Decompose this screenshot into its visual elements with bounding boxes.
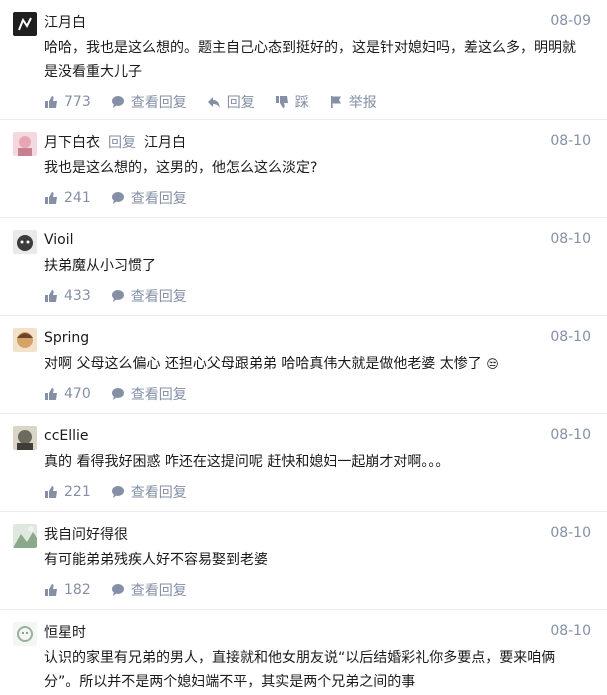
comment-date: 08-10	[550, 133, 591, 149]
comment-header: 我自问好得很	[44, 512, 607, 546]
comment-header: Vioil	[44, 218, 607, 252]
comment-text-wrapper: 对啊 父母这么偏心 还担心父母跟弟弟 哈哈真伟大就是做他老婆 太惨了 😒	[44, 352, 607, 376]
comment-actions: 221 查看回复	[44, 480, 607, 512]
view-replies-label: 查看回复	[130, 485, 187, 501]
avatar[interactable]	[13, 12, 37, 36]
view-replies-button[interactable]: 查看回复	[111, 92, 187, 112]
author-name[interactable]: 恒星时	[44, 622, 86, 642]
comment-bubble-icon	[111, 192, 124, 204]
view-replies-label: 查看回复	[130, 387, 187, 403]
view-replies-button[interactable]: 查看回复	[111, 286, 187, 306]
like-count: 773	[64, 94, 91, 110]
report-label: 举报	[348, 95, 377, 111]
comment-text: 认识的家里有兄弟的男人，直接就和他女朋友说“以后结婚彩礼你多要点，要来咱俩分”。…	[44, 650, 556, 690]
like-button[interactable]: 773	[44, 94, 91, 110]
view-replies-button[interactable]: 查看回复	[111, 384, 187, 404]
comment-text: 哈哈，我也是这么想的。题主自己心态到挺好的，这是针对媳妇吗，差这么多，明明就是没…	[44, 40, 576, 80]
thumbs-up-icon	[45, 388, 57, 400]
comment-item: Vioil 08-10 扶弟魔从小习惯了 433 查看回复	[0, 218, 607, 316]
reply-keyword: 回复	[108, 135, 136, 151]
comment-header: 江月白	[44, 0, 607, 34]
view-replies-label: 查看回复	[130, 95, 187, 111]
comment-date: 08-09	[550, 13, 591, 29]
comment-date: 08-10	[550, 623, 591, 639]
comment-actions: 182 查看回复	[44, 578, 607, 610]
thumbs-up-icon	[45, 290, 57, 302]
view-replies-label: 查看回复	[130, 289, 187, 305]
like-count: 433	[64, 288, 91, 304]
comment-actions: 773 查看回复 回复 踩 举报	[44, 90, 607, 122]
comment-date: 08-10	[550, 525, 591, 541]
comment-item: 恒星时 08-10 认识的家里有兄弟的男人，直接就和他女朋友说“以后结婚彩礼你多…	[0, 610, 607, 695]
comment-item: 江月白 08-09 哈哈，我也是这么想的。题主自己心态到挺好的，这是针对媳妇吗，…	[0, 0, 607, 120]
reply-arrow-icon	[207, 97, 220, 108]
dislike-label: 踩	[294, 95, 309, 111]
avatar[interactable]	[13, 426, 37, 450]
avatar[interactable]	[13, 132, 37, 156]
comment-date: 08-10	[550, 231, 591, 247]
comment-item: 我自问好得很 08-10 有可能弟弟残疾人好不容易娶到老婆 182 查看回复	[0, 512, 607, 610]
thumbs-down-icon	[275, 96, 288, 108]
comment-item: 月下白衣 回复 江月白 08-10 我也是这么想的，这男的，他怎么这么淡定? 2…	[0, 120, 607, 218]
author-name[interactable]: ccEllie	[44, 428, 89, 444]
like-button[interactable]: 241	[44, 190, 91, 206]
view-replies-label: 查看回复	[130, 191, 187, 207]
comment-item: ccEllie 08-10 真的 看得我好困惑 咋还在这提问呢 赶快和媳妇一起崩…	[0, 414, 607, 512]
author-name[interactable]: 月下白衣	[44, 132, 100, 152]
comment-text: 扶弟魔从小习惯了	[44, 258, 156, 274]
view-replies-label: 查看回复	[130, 583, 187, 599]
comment-text: 我也是这么想的，这男的，他怎么这么淡定?	[44, 160, 318, 176]
comment-text: 对啊 父母这么偏心 还担心父母跟弟弟 哈哈真伟大就是做他老婆 太惨了	[44, 356, 482, 372]
like-button[interactable]: 182	[44, 582, 91, 598]
comment-date: 08-10	[550, 329, 591, 345]
reply-button[interactable]: 回复	[207, 92, 255, 112]
author-name[interactable]: 江月白	[44, 12, 86, 32]
like-count: 470	[64, 386, 91, 402]
report-button[interactable]: 举报	[329, 92, 377, 112]
like-count: 241	[64, 190, 91, 206]
thumbs-up-icon	[45, 192, 57, 204]
like-button[interactable]: 221	[44, 484, 91, 500]
avatar[interactable]	[13, 524, 37, 548]
comment-header: ccEllie	[44, 414, 607, 448]
thumbs-up-icon	[45, 96, 57, 108]
comment-date: 08-10	[550, 427, 591, 443]
like-button[interactable]: 433	[44, 288, 91, 304]
comment-bubble-icon	[111, 584, 124, 596]
comment-bubble-icon	[111, 486, 124, 498]
comment-header: 恒星时	[44, 610, 607, 644]
comment-bubble-icon	[111, 96, 124, 108]
avatar[interactable]	[13, 622, 37, 646]
comment-actions: 241 查看回复	[44, 186, 607, 218]
comment-text: 有可能弟弟残疾人好不容易娶到老婆	[44, 552, 268, 568]
like-button[interactable]: 470	[44, 386, 91, 402]
view-replies-button[interactable]: 查看回复	[111, 188, 187, 208]
comment-header: 月下白衣 回复 江月白	[44, 120, 607, 154]
reply-target-name[interactable]: 江月白	[144, 132, 186, 152]
author-name[interactable]: Spring	[44, 330, 89, 346]
author-name[interactable]: Vioil	[44, 232, 74, 248]
view-replies-button[interactable]: 查看回复	[111, 580, 187, 600]
avatar[interactable]	[13, 328, 37, 352]
thumbs-up-icon	[45, 584, 57, 596]
comment-header: Spring	[44, 316, 607, 350]
comment-actions: 470 查看回复	[44, 382, 607, 414]
unamused-emoji-icon: 😒	[486, 357, 499, 371]
dislike-button[interactable]: 踩	[275, 92, 309, 112]
view-replies-button[interactable]: 查看回复	[111, 482, 187, 502]
comment-text: 真的 看得我好困惑 咋还在这提问呢 赶快和媳妇一起崩才对啊。。。	[44, 454, 450, 470]
comment-item: Spring 08-10 对啊 父母这么偏心 还担心父母跟弟弟 哈哈真伟大就是做…	[0, 316, 607, 414]
comment-bubble-icon	[111, 290, 124, 302]
avatar[interactable]	[13, 230, 37, 254]
like-count: 182	[64, 582, 91, 598]
comment-bubble-icon	[111, 388, 124, 400]
author-name[interactable]: 我自问好得很	[44, 524, 128, 544]
comment-actions: 433 查看回复	[44, 284, 607, 316]
flag-icon	[330, 96, 341, 108]
like-count: 221	[64, 484, 91, 500]
reply-label: 回复	[226, 95, 255, 111]
thumbs-up-icon	[45, 486, 57, 498]
comment-list: 江月白 08-09 哈哈，我也是这么想的。题主自己心态到挺好的，这是针对媳妇吗，…	[0, 0, 607, 695]
